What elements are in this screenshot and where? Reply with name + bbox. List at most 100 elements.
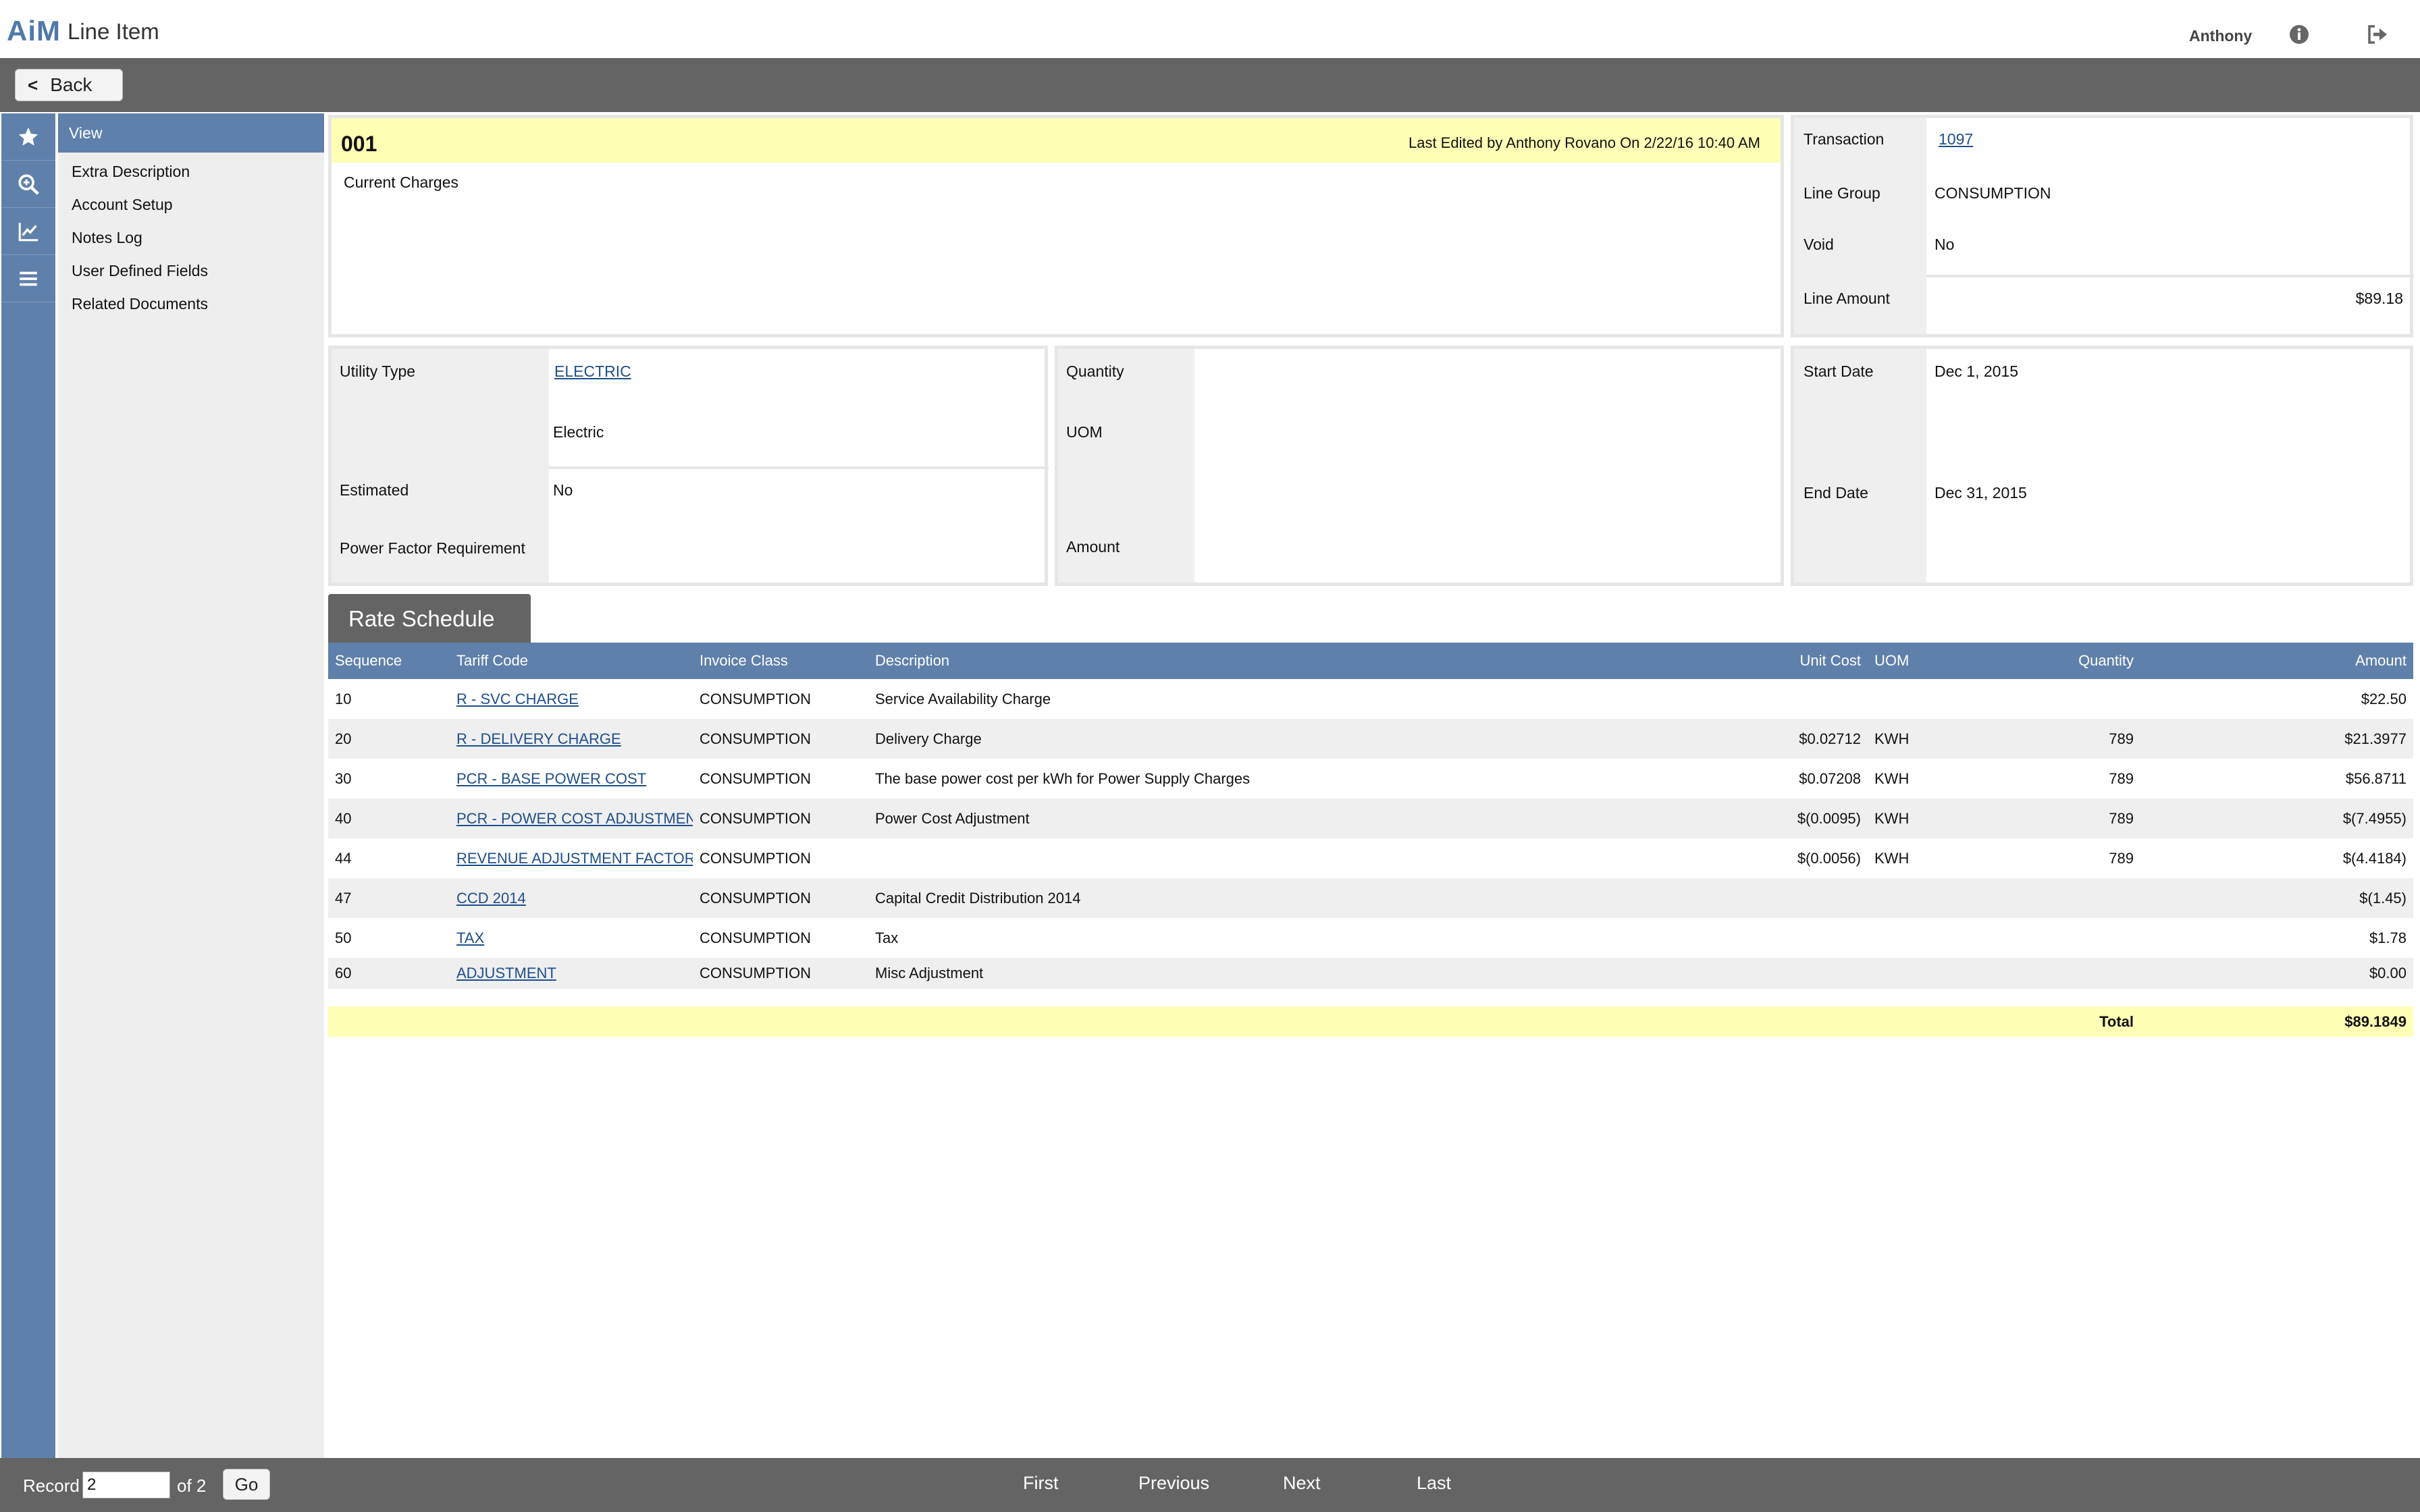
cell-sequence: 44 bbox=[335, 849, 352, 867]
cell-uom: KWH bbox=[1868, 719, 1976, 759]
star-icon bbox=[18, 127, 38, 146]
nav-bar: < Back bbox=[0, 58, 2420, 112]
cell-sequence: 50 bbox=[335, 929, 352, 946]
tariff-code-link[interactable]: TAX bbox=[456, 929, 484, 946]
cell-sequence: 20 bbox=[328, 719, 450, 759]
column-header-invoice-class[interactable]: Invoice Class bbox=[693, 643, 868, 679]
logout-icon[interactable] bbox=[2367, 24, 2388, 45]
record-count: of 2 bbox=[177, 1476, 207, 1496]
page-title: Line Item bbox=[68, 19, 159, 44]
end-date-label: End Date bbox=[1804, 484, 1868, 502]
power-factor-label: Power Factor Requirement bbox=[340, 539, 525, 557]
cell-invoice-class: CONSUMPTION bbox=[693, 958, 868, 998]
column-header-sequence[interactable]: Sequence bbox=[328, 643, 450, 679]
menu-item-notes-log[interactable]: Notes Log bbox=[58, 221, 324, 254]
quantity-label: Quantity bbox=[1066, 362, 1124, 380]
uom-label: UOM bbox=[1066, 423, 1103, 441]
cell-invoice-class: CONSUMPTION bbox=[700, 849, 811, 867]
cell-quantity bbox=[1976, 918, 2140, 958]
menu-item-related-documents[interactable]: Related Documents bbox=[58, 288, 324, 321]
previous-button[interactable]: Previous bbox=[1138, 1473, 1209, 1494]
column-header-unit-cost[interactable]: Unit Cost bbox=[1780, 643, 1868, 679]
info-icon[interactable] bbox=[2289, 24, 2309, 45]
tariff-code-link[interactable]: R - DELIVERY CHARGE bbox=[456, 730, 621, 747]
go-button[interactable]: Go bbox=[223, 1469, 270, 1500]
total-label: Total bbox=[1976, 989, 2140, 1037]
first-button[interactable]: First bbox=[1023, 1473, 1058, 1494]
cell-unit-cost bbox=[1780, 679, 1868, 719]
cell-description: Delivery Charge bbox=[868, 719, 1780, 759]
back-button[interactable]: < Back bbox=[15, 69, 123, 101]
user-name[interactable]: Anthony bbox=[2189, 27, 2252, 45]
table-row: 50 TAX CONSUMPTION Tax $1.78 bbox=[328, 918, 2413, 958]
transaction-label: Transaction bbox=[1804, 130, 1885, 148]
view-menu: View Extra Description Account Setup Not… bbox=[58, 113, 324, 1458]
favorites-button[interactable] bbox=[1, 113, 55, 161]
cell-description: Misc Adjustment bbox=[868, 958, 1780, 998]
cell-quantity bbox=[1976, 878, 2140, 918]
transaction-link[interactable]: 1097 bbox=[1939, 130, 1973, 148]
cell-quantity: 789 bbox=[1976, 719, 2140, 759]
tariff-code-link[interactable]: PCR - BASE POWER COST bbox=[456, 770, 646, 787]
cell-description: The base power cost per kWh for Power Su… bbox=[875, 770, 1251, 787]
cell-invoice-class: CONSUMPTION bbox=[700, 929, 811, 946]
column-header-uom[interactable]: UOM bbox=[1868, 643, 1976, 679]
tariff-code-link[interactable]: ADJUSTMENT bbox=[456, 965, 556, 981]
record-number-input[interactable] bbox=[82, 1472, 170, 1498]
line-item-panel: 001 Last Edited by Anthony Rovano On 2/2… bbox=[328, 115, 1784, 338]
view-menu-header[interactable]: View bbox=[58, 113, 324, 153]
menu-item-user-defined-fields[interactable]: User Defined Fields bbox=[58, 254, 324, 288]
column-header-amount[interactable]: Amount bbox=[2140, 643, 2413, 679]
back-label: Back bbox=[50, 74, 93, 95]
cell-invoice-class: CONSUMPTION bbox=[700, 770, 811, 787]
void-label: Void bbox=[1804, 236, 1834, 253]
tariff-code-link[interactable]: REVENUE ADJUSTMENT FACTOR bbox=[456, 850, 693, 867]
last-button[interactable]: Last bbox=[1417, 1473, 1451, 1494]
menu-button[interactable] bbox=[1, 255, 55, 302]
menu-item-extra-description[interactable]: Extra Description bbox=[58, 155, 324, 188]
cell-amount: $(1.45) bbox=[2140, 878, 2413, 918]
column-header-tariff-code[interactable]: Tariff Code bbox=[450, 643, 693, 679]
table-row: 60 ADJUSTMENT CONSUMPTION Misc Adjustmen… bbox=[328, 958, 2413, 998]
cell-unit-cost: $(0.0056) bbox=[1797, 849, 1861, 867]
transaction-panel: Transaction 1097 Line Group CONSUMPTION … bbox=[1791, 115, 2414, 338]
next-button[interactable]: Next bbox=[1283, 1473, 1321, 1494]
cell-amount: $(7.4955) bbox=[2140, 799, 2413, 838]
search-button[interactable] bbox=[1, 161, 55, 208]
quantity-panel: Quantity UOM Amount bbox=[1055, 346, 1784, 586]
chart-icon bbox=[18, 222, 38, 241]
tariff-code-link[interactable]: R - SVC CHARGE bbox=[456, 691, 579, 707]
cell-sequence: 40 bbox=[328, 799, 450, 838]
utility-type-link[interactable]: ELECTRIC bbox=[554, 362, 631, 381]
cell-sequence: 30 bbox=[335, 770, 352, 787]
cell-uom: KWH bbox=[1868, 799, 1976, 838]
line-group-value: CONSUMPTION bbox=[1935, 184, 2051, 202]
line-item-code: 001 bbox=[341, 132, 377, 156]
cell-amount: $(4.4184) bbox=[2342, 849, 2406, 867]
cell-invoice-class: CONSUMPTION bbox=[700, 690, 811, 707]
record-navigation-bar: Record of 2 Go First Previous Next Last bbox=[0, 1458, 2420, 1512]
table-row: 30 PCR - BASE POWER COST CONSUMPTION The… bbox=[328, 759, 2413, 799]
tariff-code-link[interactable]: PCR - POWER COST ADJUSTMENT bbox=[456, 810, 693, 827]
cell-amount: $0.00 bbox=[2140, 958, 2413, 998]
column-header-description[interactable]: Description bbox=[868, 643, 1780, 679]
column-header-quantity[interactable]: Quantity bbox=[1976, 643, 2140, 679]
rate-schedule-tab[interactable]: Rate Schedule bbox=[328, 594, 531, 643]
table-header-row: Sequence Tariff Code Invoice Class Descr… bbox=[328, 643, 2413, 679]
cell-unit-cost: $0.02712 bbox=[1780, 719, 1868, 759]
tariff-code-link[interactable]: CCD 2014 bbox=[456, 890, 526, 907]
utility-type-description: Electric bbox=[553, 423, 604, 441]
cell-uom bbox=[1868, 918, 1976, 958]
cell-uom bbox=[1868, 958, 1976, 998]
top-header: AiM Line Item Anthony bbox=[0, 0, 2420, 58]
charts-button[interactable] bbox=[1, 208, 55, 255]
line-amount-value: $89.18 bbox=[2355, 290, 2403, 307]
rate-schedule-table: Sequence Tariff Code Invoice Class Descr… bbox=[328, 643, 2413, 1037]
cell-uom bbox=[1868, 878, 1976, 918]
utility-type-label: Utility Type bbox=[340, 362, 416, 380]
menu-icon bbox=[20, 271, 37, 286]
cell-amount: $21.3977 bbox=[2140, 719, 2413, 759]
cell-sequence: 47 bbox=[328, 878, 450, 918]
zoom-icon bbox=[18, 173, 39, 195]
menu-item-account-setup[interactable]: Account Setup bbox=[58, 188, 324, 221]
